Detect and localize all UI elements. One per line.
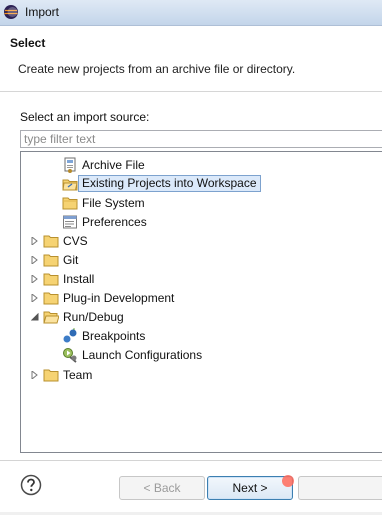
filter-input[interactable] (20, 130, 382, 148)
eclipse-icon (4, 5, 18, 19)
back-button[interactable]: < Back (119, 476, 205, 500)
tree-item-label: Team (63, 368, 93, 382)
preferences-icon (63, 215, 77, 229)
folder-icon (43, 254, 59, 267)
open-folder-icon (43, 311, 59, 324)
launch-configurations-icon (63, 348, 77, 363)
wizard-header: Select Create new projects from an archi… (0, 26, 382, 92)
folder-icon (62, 197, 78, 210)
expand-arrow-icon[interactable] (31, 275, 39, 283)
tree-item-label: Preferences (82, 215, 147, 229)
help-icon[interactable] (20, 474, 42, 496)
tree-item-label: Git (63, 253, 79, 267)
tree-item-label: Launch Configurations (82, 348, 203, 362)
collapse-arrow-icon[interactable] (31, 313, 39, 321)
tree-item-label: CVS (63, 234, 88, 248)
next-button[interactable]: Next > (207, 476, 293, 500)
archive-file-icon (64, 157, 76, 173)
title-bar: Import (0, 0, 382, 26)
expand-arrow-icon[interactable] (31, 256, 39, 264)
expand-arrow-icon[interactable] (31, 294, 39, 302)
expand-arrow-icon[interactable] (31, 371, 39, 379)
tree-item-label: Existing Projects into Workspace (78, 175, 261, 192)
tree-item-label: Archive File (82, 158, 145, 172)
footer-divider (0, 460, 382, 461)
breakpoints-icon (63, 328, 77, 343)
tree-item-label: Install (63, 272, 95, 286)
page-description: Create new projects from an archive file… (18, 62, 296, 76)
page-title: Select (10, 36, 46, 50)
expand-arrow-icon[interactable] (31, 237, 39, 245)
finish-button[interactable] (298, 476, 382, 500)
folder-icon (43, 292, 59, 305)
tree-item-label: Plug-in Development (63, 291, 175, 305)
folder-icon (43, 273, 59, 286)
folder-icon (43, 235, 59, 248)
tree-item-label: Run/Debug (63, 310, 124, 324)
cursor-indicator (282, 475, 294, 487)
folder-icon (43, 369, 59, 382)
import-source-label: Select an import source: (20, 110, 150, 124)
import-dialog: Import Select Create new projects from a… (0, 0, 382, 515)
window-title: Import (25, 5, 60, 19)
wizard-content: Select an import source: Archive File (0, 92, 382, 512)
tree-item-label: Breakpoints (82, 329, 146, 343)
project-folder-icon (62, 179, 78, 191)
import-source-tree[interactable]: Archive File Existing Projects into Work… (20, 151, 382, 453)
tree-item-label: File System (82, 196, 145, 210)
